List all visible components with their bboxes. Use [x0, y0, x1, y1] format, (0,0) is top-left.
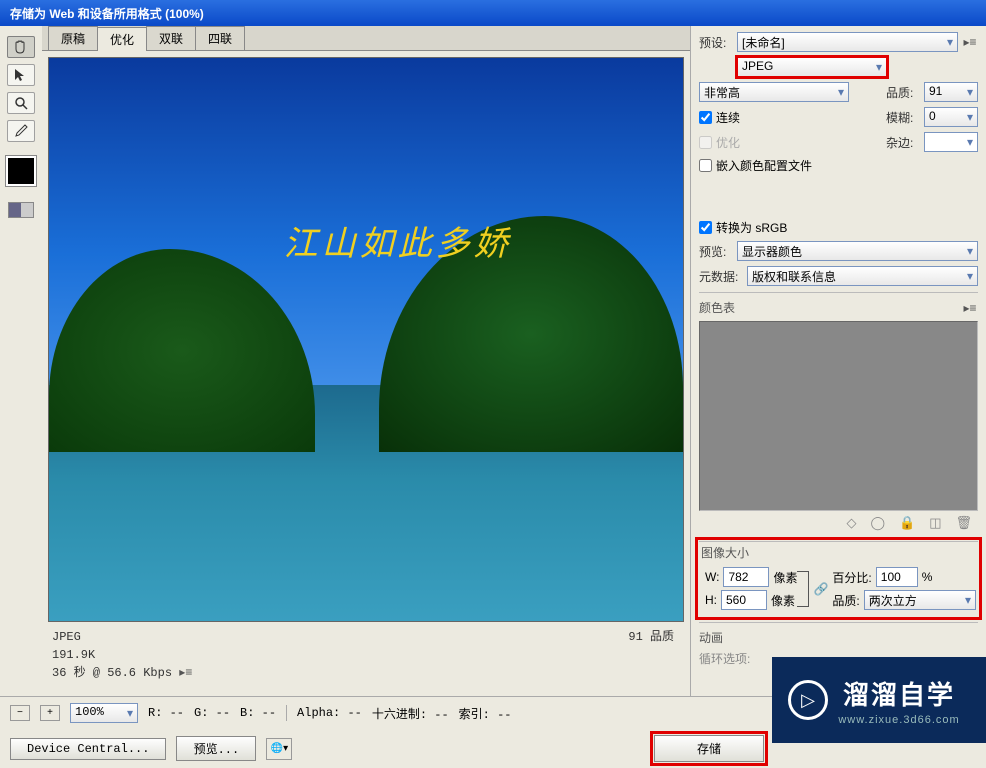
watermark-url: www.zixue.3d66.com: [838, 714, 959, 726]
toggle-slices-icon[interactable]: [8, 202, 34, 218]
info-format: JPEG: [52, 628, 684, 646]
ct-circle-icon[interactable]: ◯: [870, 515, 885, 531]
matte-select[interactable]: [924, 132, 978, 152]
blur-input[interactable]: 0: [924, 107, 978, 127]
percent-label: 百分比:: [832, 569, 871, 586]
resample-label: 品质:: [832, 592, 859, 609]
window-title: 存储为 Web 和设备所用格式 (100%): [10, 7, 204, 21]
ct-cube-icon[interactable]: ◫: [929, 515, 941, 531]
embed-profile-checkbox[interactable]: [699, 159, 712, 172]
zoom-select[interactable]: 100%: [70, 703, 138, 723]
preset-select[interactable]: [未命名]: [737, 32, 958, 52]
percent-unit: %: [922, 570, 933, 584]
transfer-menu-icon[interactable]: ▸≡: [179, 666, 192, 680]
save-button[interactable]: 存储: [654, 735, 764, 762]
watermark-text: 溜溜自学: [838, 675, 959, 712]
percent-input[interactable]: [876, 567, 918, 587]
convert-srgb-checkbox[interactable]: [699, 221, 712, 234]
tab-4up[interactable]: 四联: [195, 26, 245, 50]
browser-icon-button[interactable]: 🌐▾: [266, 738, 292, 760]
status-b: B: --: [240, 706, 276, 720]
left-toolbar: [0, 26, 42, 696]
tab-original[interactable]: 原稿: [48, 26, 98, 50]
embed-profile-label: 嵌入颜色配置文件: [716, 157, 812, 174]
preview-info: JPEG 191.9K 36 秒 @ 56.6 Kbps ▸≡ 91 品质: [48, 622, 684, 682]
foreground-color[interactable]: [6, 156, 36, 186]
preview-canvas[interactable]: 江山如此多娇: [48, 57, 684, 622]
optimized-label: 优化: [716, 134, 740, 151]
blur-label: 模糊:: [886, 109, 920, 126]
loop-label: 循环选项:: [699, 650, 750, 667]
info-size: 191.9K: [52, 646, 684, 664]
info-time: 36 秒 @ 56.6 Kbps: [52, 666, 172, 680]
height-input[interactable]: [721, 590, 767, 610]
height-unit: 像素: [771, 592, 795, 609]
preview-tabs: 原稿 优化 双联 四联: [42, 26, 690, 51]
info-quality: 91 品质: [628, 628, 674, 646]
link-bracket: [797, 571, 809, 607]
watermark: ▷ 溜溜自学 www.zixue.3d66.com: [772, 657, 986, 743]
ct-lock-icon[interactable]: 🔒: [899, 515, 915, 531]
preview-area: 江山如此多娇 JPEG 191.9K 36 秒 @ 56.6 Kbps ▸≡ 9…: [42, 51, 690, 696]
zoom-in-button[interactable]: +: [40, 705, 60, 721]
preset-flyout-icon[interactable]: ▸≡: [962, 35, 978, 49]
resample-select[interactable]: 两次立方: [864, 590, 976, 610]
progressive-checkbox[interactable]: [699, 111, 712, 124]
preview-label: 预览:: [699, 243, 733, 260]
metadata-select[interactable]: 版权和联系信息: [747, 266, 978, 286]
image-size-title: 图像大小: [701, 546, 749, 560]
zoom-out-button[interactable]: −: [10, 705, 30, 721]
color-table[interactable]: [699, 321, 978, 511]
device-central-button[interactable]: Device Central...: [10, 738, 166, 760]
image-overlay-text: 江山如此多娇: [284, 216, 512, 265]
status-hex: 十六进制: --: [372, 705, 449, 722]
status-g: G: --: [194, 706, 230, 720]
preset-label: 预设:: [699, 34, 733, 51]
tab-2up[interactable]: 双联: [146, 26, 196, 50]
constrain-link-icon[interactable]: 🔗: [813, 582, 828, 596]
ct-diamond-icon[interactable]: ◇: [846, 515, 856, 531]
progressive-label: 连续: [716, 109, 740, 126]
quality-label: 品质:: [886, 84, 920, 101]
preview-button[interactable]: 预览...: [176, 736, 256, 761]
quality-preset-select[interactable]: 非常高: [699, 82, 849, 102]
height-label: H:: [705, 593, 717, 607]
hand-tool[interactable]: [7, 36, 35, 58]
preview-select[interactable]: 显示器颜色: [737, 241, 978, 261]
status-index: 索引: --: [459, 705, 512, 722]
tab-optimized[interactable]: 优化: [97, 27, 147, 51]
matte-label: 杂边:: [886, 134, 920, 151]
format-select[interactable]: JPEG: [737, 57, 887, 77]
quality-input[interactable]: 91: [924, 82, 978, 102]
color-table-label: 颜色表: [699, 299, 735, 316]
title-bar: 存储为 Web 和设备所用格式 (100%): [0, 0, 986, 26]
color-table-flyout-icon[interactable]: ▸≡: [962, 301, 978, 315]
zoom-tool[interactable]: [7, 92, 35, 114]
eyedropper-tool[interactable]: [7, 120, 35, 142]
status-alpha: Alpha: --: [297, 706, 362, 720]
optimized-checkbox: [699, 136, 712, 149]
width-input[interactable]: [723, 567, 769, 587]
convert-srgb-label: 转换为 sRGB: [716, 219, 787, 236]
slice-select-tool[interactable]: [7, 64, 35, 86]
watermark-play-icon: ▷: [788, 680, 828, 720]
settings-panel: 预设: [未命名] ▸≡ JPEG 非常高 品质: 91 连续 模糊: 0 优化…: [690, 26, 986, 696]
metadata-label: 元数据:: [699, 268, 743, 285]
width-label: W:: [705, 570, 719, 584]
animation-title: 动画: [699, 631, 723, 645]
status-r: R: --: [148, 706, 184, 720]
ct-trash-icon[interactable]: 🗑: [955, 515, 972, 531]
width-unit: 像素: [773, 569, 797, 586]
color-table-toolbar: ◇ ◯ 🔒 ◫ 🗑: [699, 511, 978, 535]
